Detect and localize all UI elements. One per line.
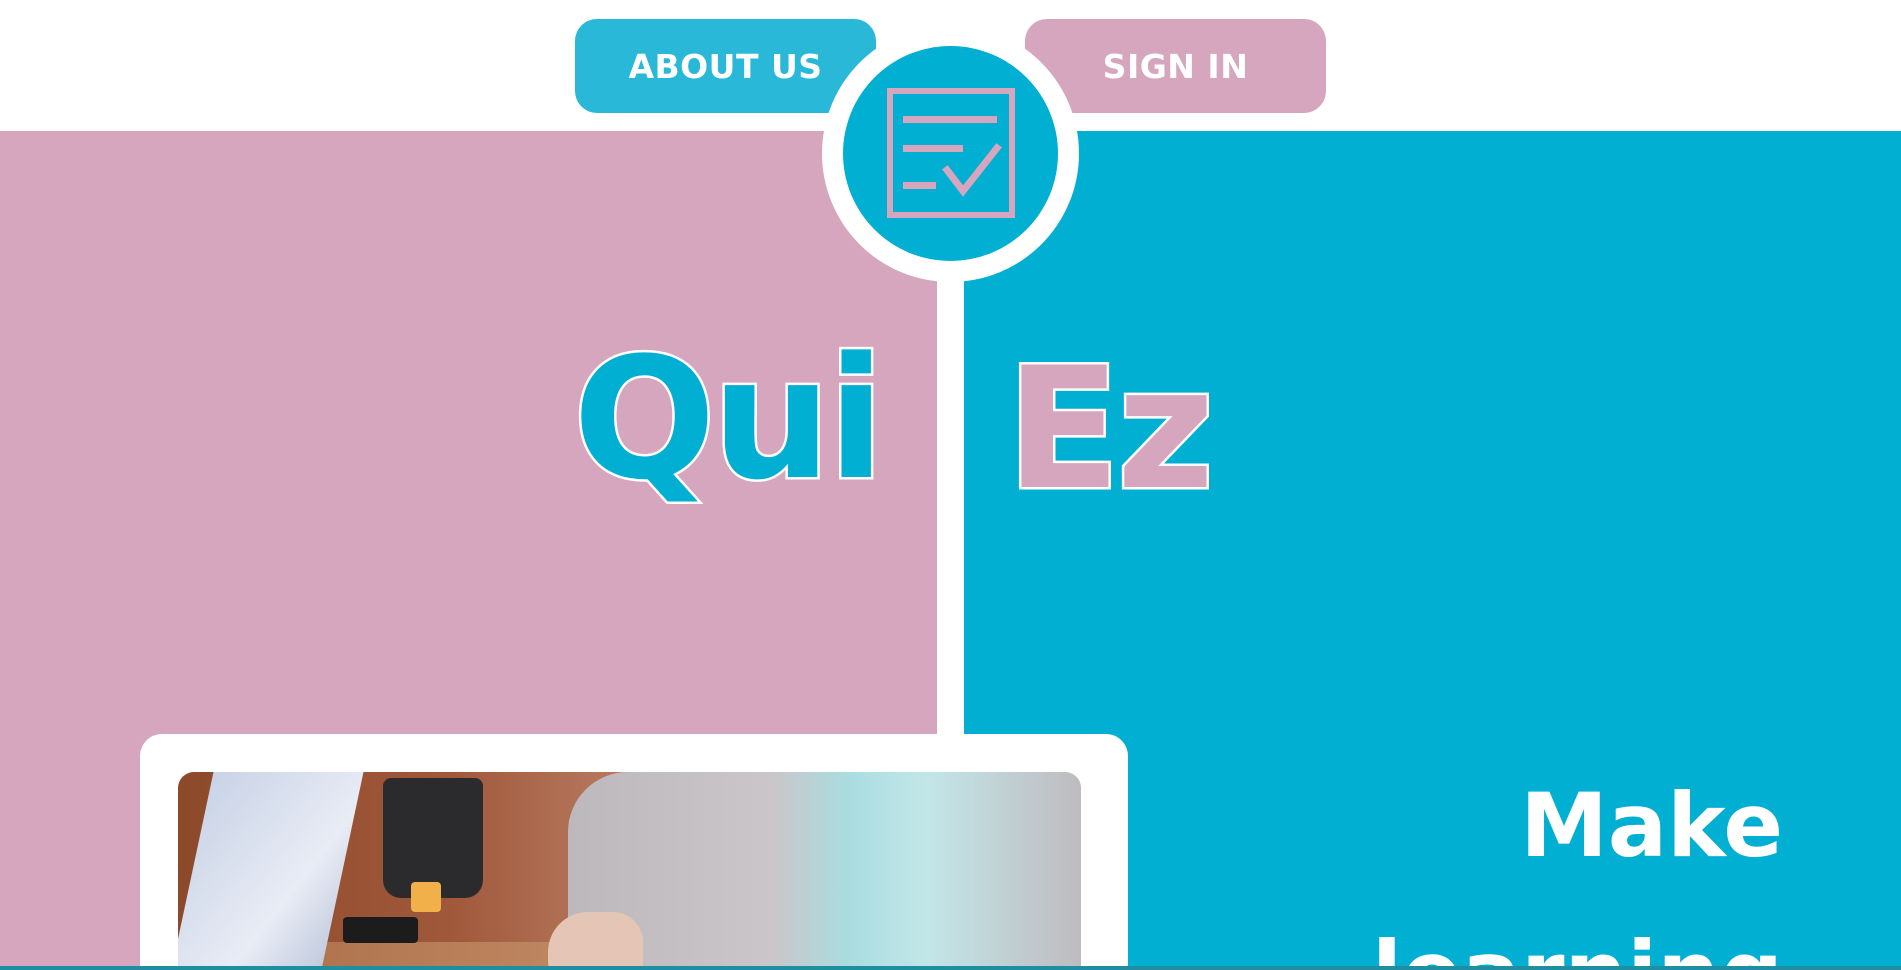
tagline-line-1: Make bbox=[1520, 774, 1783, 877]
checklist-icon bbox=[887, 88, 1015, 218]
logo-badge[interactable] bbox=[822, 25, 1079, 282]
sign-in-label: SIGN IN bbox=[1102, 46, 1249, 86]
photo-laptop bbox=[178, 772, 364, 970]
bottom-edge bbox=[0, 966, 1901, 970]
about-us-button[interactable]: ABOUT US bbox=[575, 19, 876, 113]
photo-person bbox=[568, 772, 1081, 970]
landing-page: ABOUT US SIGN IN Qui Ez Make learning bbox=[0, 0, 1901, 970]
sign-in-button[interactable]: SIGN IN bbox=[1025, 19, 1326, 113]
photo-tea-tag bbox=[411, 882, 441, 912]
photo-card bbox=[140, 734, 1128, 970]
about-us-label: ABOUT US bbox=[628, 46, 823, 86]
photo-cup bbox=[383, 778, 483, 898]
photo-phone bbox=[343, 917, 418, 943]
brand-title-right: Ez bbox=[1004, 331, 1218, 527]
brand-title-left: Qui bbox=[570, 321, 887, 517]
tagline-line-2: learning bbox=[1372, 930, 1783, 970]
student-laptop-photo bbox=[178, 772, 1081, 970]
photo-hand bbox=[548, 912, 643, 970]
